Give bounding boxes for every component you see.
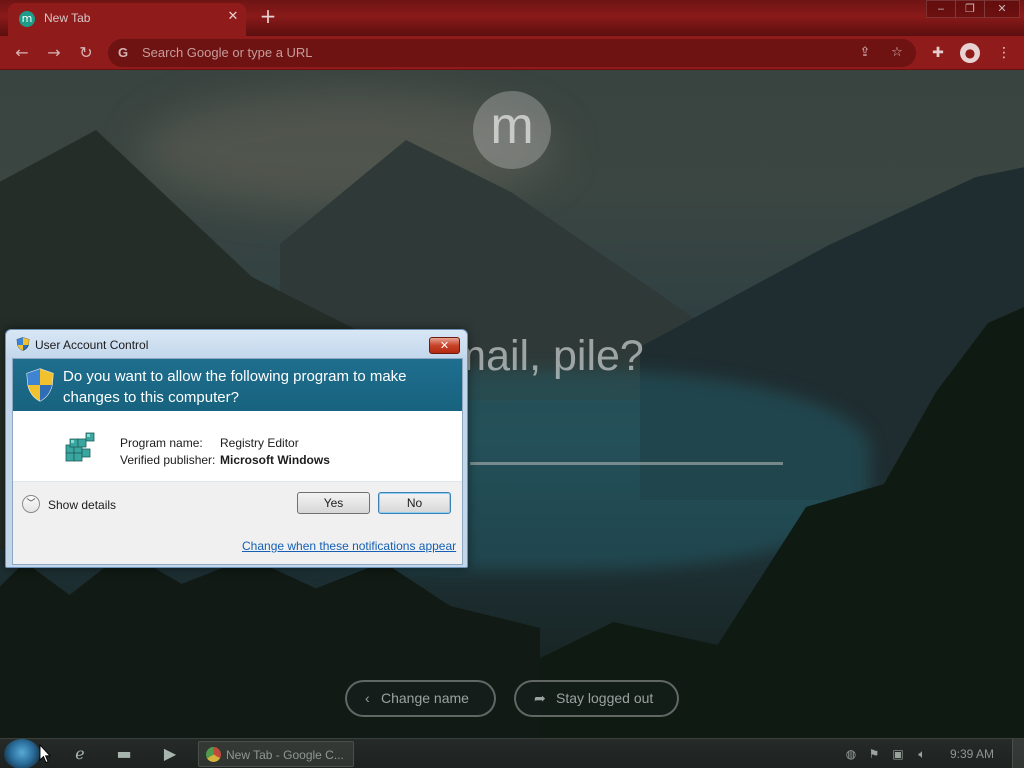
omnibox-placeholder: Search Google or type a URL [142,45,313,60]
publisher-value: Microsoft Windows [220,453,330,467]
chevron-left-icon: ‹ [365,690,370,706]
action-center-flag-icon[interactable]: ⚑ [866,746,882,762]
name-input-underline[interactable] [470,462,783,465]
publisher-label: Verified publisher: [120,453,216,467]
volume-speaker-icon[interactable]: 🔈︎ [914,746,930,762]
profile-avatar-icon[interactable]: ● [960,43,980,63]
window-close-icon[interactable]: ✕ [984,0,1020,18]
taskbar-task-label: New Tab - Google C... [226,748,344,762]
profile-avatar: m [473,91,551,169]
tab-title: New Tab [44,11,91,25]
uac-question-text: Do you want to allow the following progr… [63,368,407,406]
taskbar-chrome-window[interactable]: New Tab - Google C... [198,741,354,767]
share-arrow-icon: ➦ [534,690,546,706]
share-page-icon[interactable]: ⇪ [856,44,874,62]
internet-explorer-icon[interactable]: ℯ [62,741,98,767]
bookmark-star-icon[interactable]: ☆ [888,44,906,62]
start-button-icon[interactable] [4,739,40,768]
chevron-down-icon[interactable]: ﹀ [22,495,40,513]
tab-close-icon[interactable]: ✕ [224,8,242,26]
uac-close-button[interactable]: ✕ [429,337,460,354]
forward-arrow-icon[interactable]: → [42,41,66,65]
tab-new-tab[interactable]: m New Tab ✕ [8,3,246,36]
file-explorer-folder-icon[interactable]: ▬ [106,741,142,767]
network-icon[interactable]: ▣ [890,746,906,762]
media-player-icon[interactable]: ▶ [152,741,188,767]
change-name-button[interactable]: ‹ Change name [345,680,496,717]
program-name-value: Registry Editor [220,436,299,450]
uac-body: Do you want to allow the following progr… [12,358,463,565]
uac-shield-icon [26,368,54,402]
back-arrow-icon[interactable]: ← [10,41,34,65]
minimize-icon[interactable]: ‒ [926,0,956,18]
uac-footer: ﹀ Show details Yes No Change when these … [13,482,462,564]
browser-titlebar: m New Tab ✕ + ‒ ❐ ✕ [0,0,1024,36]
yes-button[interactable]: Yes [297,492,370,514]
restore-icon[interactable]: ❐ [955,0,985,18]
taskbar-clock[interactable]: 9:39 AM [950,747,994,761]
tab-favicon-icon: m [19,11,35,27]
registry-editor-icon [65,432,95,462]
change-notifications-link[interactable]: Change when these notifications appear [242,539,456,553]
uac-shield-small-icon [16,337,30,351]
tray-chrome-icon[interactable]: ◍ [843,746,859,762]
show-desktop-button[interactable] [1012,739,1024,768]
new-tab-plus-icon[interactable]: + [256,5,280,29]
mouse-cursor-icon [39,744,51,764]
uac-question-banner: Do you want to allow the following progr… [13,359,462,411]
browser-toolbar: ← → ↻ G Search Google or type a URL ⇪ ☆ … [0,36,1024,70]
reload-icon[interactable]: ↻ [74,41,98,65]
uac-titlebar: User Account Control ✕ [6,330,467,358]
google-g-icon: G [118,45,129,60]
chrome-logo-icon [206,747,221,762]
taskbar: ℯ ▬ ▶ New Tab - Google C... ◍ ⚑ ▣ 🔈︎ 9:3… [0,738,1024,768]
address-bar[interactable]: G Search Google or type a URL ⇪ ☆ [108,39,916,67]
uac-window-title: User Account Control [35,338,149,352]
show-details-toggle[interactable]: Show details [48,498,116,512]
extensions-puzzle-icon[interactable]: ✚ [928,43,948,63]
no-button[interactable]: No [378,492,451,514]
chrome-menu-kebab-icon[interactable]: ⋮ [994,43,1014,63]
uac-dialog: User Account Control ✕ Do you want to al… [5,329,468,568]
program-name-label: Program name: [120,436,203,450]
stay-logged-out-button[interactable]: ➦ Stay logged out [514,680,679,717]
